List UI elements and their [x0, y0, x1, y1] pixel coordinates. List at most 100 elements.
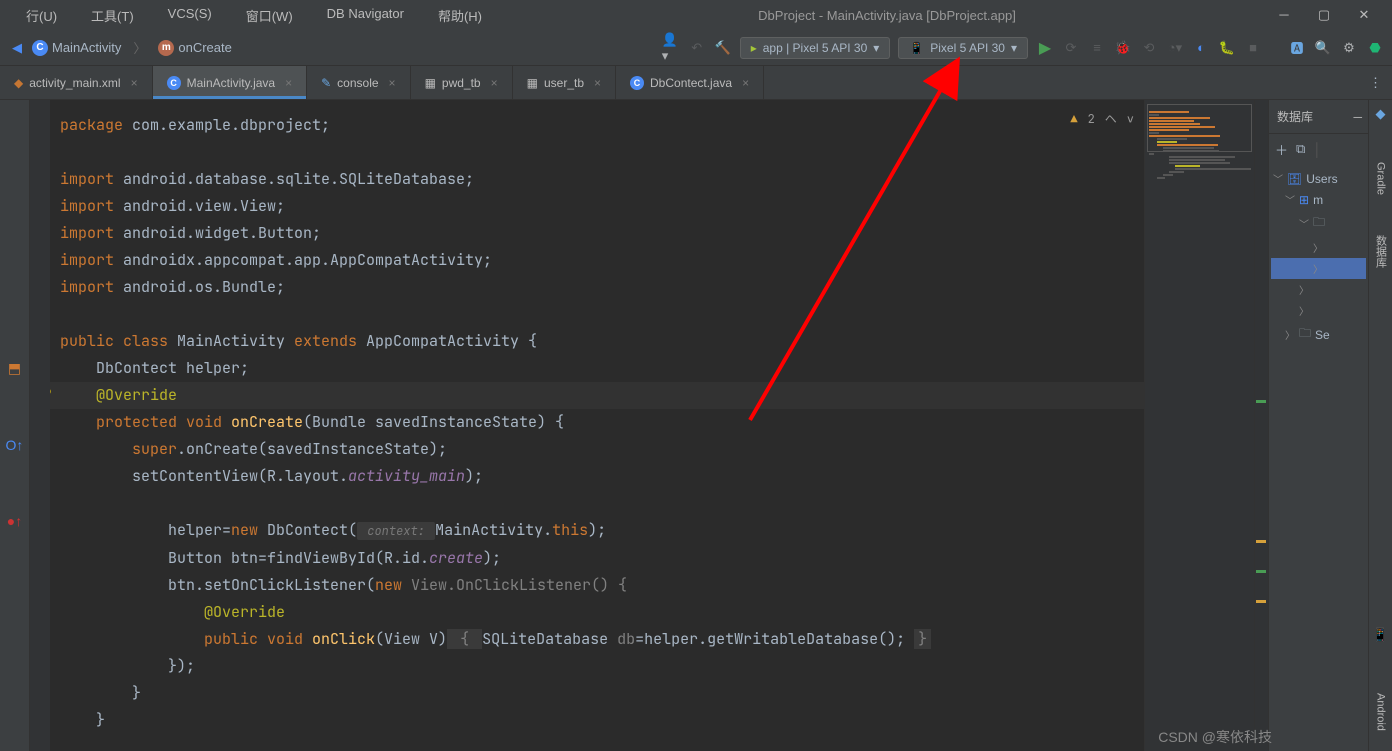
code-token: );	[483, 548, 501, 568]
debug-activity-icon[interactable]: ≡	[1088, 39, 1106, 57]
add-icon[interactable]: ＋	[1275, 140, 1288, 159]
user-icon[interactable]: 👤▾	[662, 39, 680, 57]
android-phone-icon[interactable]: 📱	[1372, 627, 1388, 643]
debug-button[interactable]: 🐞	[1114, 39, 1132, 57]
phone-icon: 📱	[909, 41, 924, 55]
coverage-icon[interactable]: ⟲	[1140, 39, 1158, 57]
apply-changes-icon[interactable]: ⟳	[1062, 39, 1080, 57]
tab-console[interactable]: ✎ console ×	[307, 66, 410, 99]
tabs-overflow[interactable]: ⋮	[1369, 66, 1392, 99]
run-button[interactable]: ▶	[1036, 39, 1054, 57]
prev-highlight-icon[interactable]: ヘ	[1105, 106, 1117, 133]
device-selector[interactable]: 📱 Pixel 5 API 30 ▾	[898, 37, 1028, 59]
profiler-icon[interactable]: ◔▾	[1166, 39, 1184, 57]
chevron-right-icon: 〉	[1299, 282, 1309, 297]
inspection-widget[interactable]: ▲ 2 ヘ ∨	[1070, 106, 1134, 133]
settings-icon[interactable]: ⚙	[1340, 39, 1358, 57]
search-icon[interactable]: 🔍	[1314, 39, 1332, 57]
close-icon[interactable]: ×	[491, 76, 498, 90]
override-icon[interactable]: O↑	[6, 437, 24, 453]
nav-back-icon[interactable]: ◀	[8, 39, 26, 57]
database-panel-title[interactable]: 数据库 ─	[1269, 100, 1368, 134]
code-token: DbContect helper;	[60, 358, 249, 378]
main-area: ⬒ O↑ ●↑ ▲ 2 ヘ ∨ package com.example.dbpr…	[0, 100, 1392, 751]
gradle-tab[interactable]: Gradle	[1375, 162, 1387, 195]
tree-label: Se	[1315, 328, 1330, 342]
marker-warning[interactable]	[1256, 600, 1266, 603]
tree-item-m[interactable]: ﹀ ⊞ m	[1271, 189, 1366, 210]
menu-window[interactable]: 窗口(W)	[230, 2, 309, 29]
breadcrumb-class[interactable]: C MainActivity	[26, 38, 127, 58]
database-panel-toolbar: ＋ ⧉ │	[1269, 134, 1368, 164]
copy-icon[interactable]: ⧉	[1296, 141, 1305, 157]
intention-bulb-icon[interactable]: 💡	[50, 382, 55, 409]
menu-run[interactable]: 行(U)	[10, 2, 73, 29]
menu-help[interactable]: 帮助(H)	[422, 2, 498, 29]
speedometer-icon[interactable]: ◐	[1192, 39, 1210, 57]
error-icon[interactable]: ●↑	[7, 513, 22, 529]
code-token: }	[132, 683, 141, 703]
breadcrumb-method[interactable]: m onCreate	[152, 38, 237, 58]
close-icon[interactable]: ×	[285, 76, 292, 90]
close-icon[interactable]: ×	[594, 76, 601, 90]
xml-file-icon: ◆	[14, 76, 23, 90]
close-icon[interactable]: ×	[131, 76, 138, 90]
code-token: });	[168, 656, 195, 676]
back-arrow-icon[interactable]: ↶	[688, 39, 706, 57]
code-token: MainActivity	[177, 331, 294, 351]
tree-item-leaf1[interactable]: 〉	[1271, 237, 1366, 258]
error-stripe[interactable]	[1254, 100, 1268, 751]
code-token: .onCreate(savedInstanceState);	[177, 439, 447, 459]
tab-main-activity[interactable]: C MainActivity.java ×	[153, 66, 308, 99]
code-token: onCreate	[231, 412, 303, 432]
code-area[interactable]: ▲ 2 ヘ ∨ package com.example.dbproject; i…	[50, 100, 1144, 751]
hide-panel-icon[interactable]: ─	[1353, 110, 1362, 124]
code-token: =helper.getWritableDatabase();	[635, 629, 914, 649]
minimap-viewport[interactable]	[1147, 104, 1252, 152]
translate-icon[interactable]: 🅰	[1288, 39, 1306, 57]
android-tab[interactable]: Android	[1375, 693, 1387, 731]
hammer-icon[interactable]: 🔨	[714, 39, 732, 57]
minimize-button[interactable]: ─	[1276, 7, 1292, 23]
marker-warning[interactable]	[1256, 540, 1266, 543]
tab-user-tb[interactable]: ▦ user_tb ×	[513, 66, 616, 99]
maximize-button[interactable]: ▢	[1316, 7, 1332, 23]
menu-dbnav[interactable]: DB Navigator	[311, 2, 420, 29]
tree-item-se[interactable]: 〉 🗀 Se	[1271, 321, 1366, 348]
tree-item-leaf4[interactable]: 〉	[1271, 300, 1366, 321]
database-tab[interactable]: 数据库	[1373, 235, 1389, 268]
tree-item-users[interactable]: ﹀ 🗄 Users	[1271, 168, 1366, 189]
tree-item-folder1[interactable]: ﹀ 🗀	[1271, 210, 1366, 237]
gradle-icon[interactable]: ◆	[1376, 106, 1386, 122]
tree-item-leaf3[interactable]: 〉	[1271, 279, 1366, 300]
breadcrumb-sep-icon: 〉	[133, 38, 146, 57]
tab-pwd-tb[interactable]: ▦ pwd_tb ×	[411, 66, 513, 99]
menu-tools[interactable]: 工具(T)	[75, 2, 150, 29]
code-token: activity_main	[348, 466, 465, 486]
structure-icon[interactable]: ⬒	[8, 360, 21, 377]
editor[interactable]: ▲ 2 ヘ ∨ package com.example.dbproject; i…	[30, 100, 1268, 751]
code-token: SQLiteDatabase	[482, 629, 617, 649]
code-token: db	[617, 629, 635, 649]
next-highlight-icon[interactable]: ∨	[1127, 106, 1134, 133]
close-button[interactable]: ✕	[1356, 7, 1372, 23]
window-controls: ─ ▢ ✕	[1276, 7, 1392, 23]
close-icon[interactable]: ×	[389, 76, 396, 90]
left-gutter: ⬒ O↑ ●↑	[0, 100, 30, 751]
emulator-icon[interactable]: ⬣	[1366, 39, 1384, 57]
minimap[interactable]	[1144, 100, 1254, 751]
method-icon: m	[158, 40, 174, 56]
tree-item-leaf2[interactable]: 〉	[1271, 258, 1366, 279]
separator-icon: │	[1313, 142, 1321, 157]
close-icon[interactable]: ×	[742, 76, 749, 90]
stop-button[interactable]: ■	[1244, 39, 1262, 57]
menu-vcs[interactable]: VCS(S)	[152, 2, 228, 29]
code-token: new	[375, 575, 411, 595]
tab-dbcontect[interactable]: C DbContect.java ×	[616, 66, 764, 99]
run-config-selector[interactable]: ▸ app | Pixel 5 API 30 ▾	[740, 37, 891, 59]
tab-activity-main-xml[interactable]: ◆ activity_main.xml ×	[0, 66, 153, 99]
code-token: );	[588, 520, 606, 540]
marker-green[interactable]	[1256, 570, 1266, 573]
android-debug-icon[interactable]: 🐛	[1218, 39, 1236, 57]
marker-green[interactable]	[1256, 400, 1266, 403]
